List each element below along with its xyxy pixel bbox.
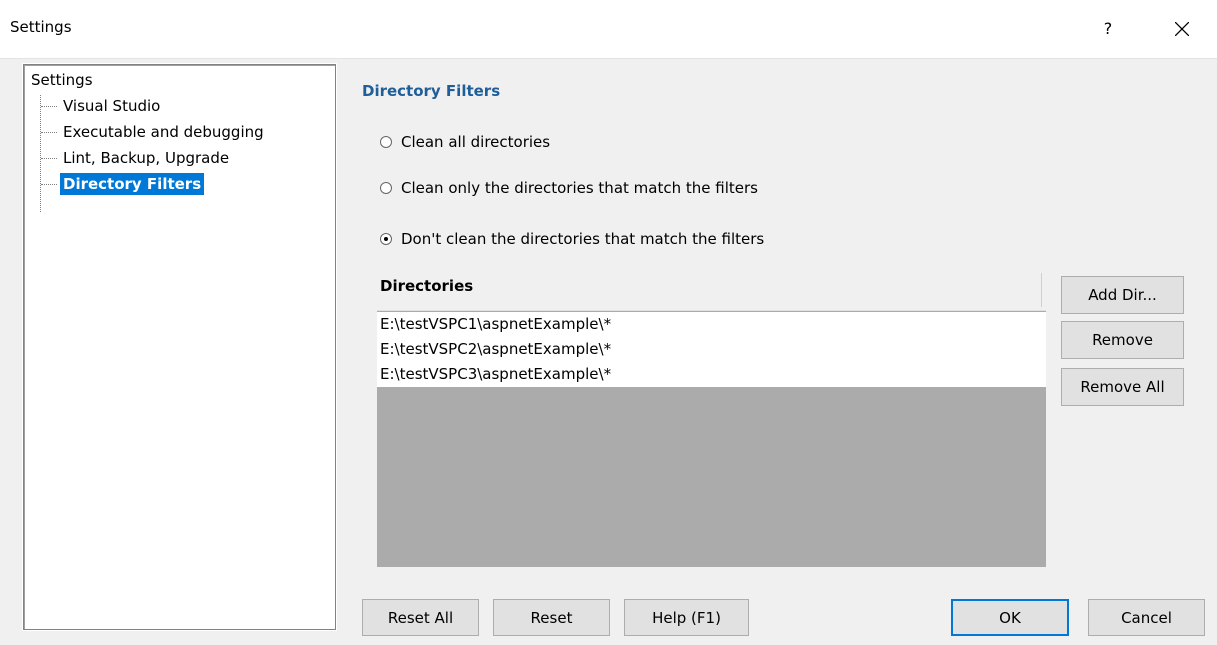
radio-button[interactable] — [380, 182, 392, 194]
list-item[interactable]: E:\testVSPC2\aspnetExample\* — [377, 337, 1046, 362]
reset-button[interactable]: Reset — [493, 599, 610, 636]
remove-button[interactable]: Remove — [1061, 321, 1184, 359]
tree-connector — [40, 95, 41, 212]
list-item[interactable]: E:\testVSPC3\aspnetExample\* — [377, 362, 1046, 387]
radio-label: Don't clean the directories that match t… — [401, 230, 765, 248]
tree-connector — [41, 184, 57, 185]
tree-connector — [41, 132, 57, 133]
settings-tree[interactable]: Settings Visual Studio Executable and de… — [23, 64, 336, 630]
radio-clean-matching[interactable]: Clean only the directories that match th… — [380, 177, 758, 199]
radio-button[interactable] — [380, 233, 392, 245]
radio-dont-clean-matching[interactable]: Don't clean the directories that match t… — [380, 228, 764, 250]
close-button[interactable] — [1160, 12, 1204, 46]
remove-all-button[interactable]: Remove All — [1061, 368, 1184, 406]
close-icon — [1175, 22, 1189, 36]
reset-all-button[interactable]: Reset All — [362, 599, 479, 636]
tree-item-lint-backup-upgrade[interactable]: Lint, Backup, Upgrade — [60, 147, 232, 169]
radio-clean-all[interactable]: Clean all directories — [380, 131, 550, 153]
tree-connector — [41, 158, 57, 159]
directories-list[interactable]: Directories E:\testVSPC1\aspnetExample\*… — [377, 271, 1046, 567]
directories-column-header[interactable]: Directories — [377, 271, 1046, 311]
help-button[interactable]: ? — [1088, 12, 1128, 46]
tree-item-visual-studio[interactable]: Visual Studio — [60, 95, 163, 117]
tree-root-settings[interactable]: Settings — [31, 71, 93, 89]
radio-label: Clean only the directories that match th… — [401, 179, 758, 197]
section-title: Directory Filters — [362, 82, 501, 100]
help-f1-button[interactable]: Help (F1) — [624, 599, 749, 636]
tree-connector — [41, 106, 57, 107]
column-divider[interactable] — [1041, 273, 1042, 307]
title-bar: Settings ? — [0, 0, 1217, 59]
window-title: Settings — [10, 18, 72, 36]
cancel-button[interactable]: Cancel — [1088, 599, 1205, 636]
radio-label: Clean all directories — [401, 133, 551, 151]
column-header-label: Directories — [380, 277, 474, 295]
add-dir-button[interactable]: Add Dir... — [1061, 276, 1184, 314]
ok-button[interactable]: OK — [951, 599, 1069, 636]
list-item[interactable]: E:\testVSPC1\aspnetExample\* — [377, 312, 1046, 337]
tree-item-executable-debugging[interactable]: Executable and debugging — [60, 121, 267, 143]
radio-button[interactable] — [380, 136, 392, 148]
tree-item-directory-filters[interactable]: Directory Filters — [60, 173, 205, 195]
